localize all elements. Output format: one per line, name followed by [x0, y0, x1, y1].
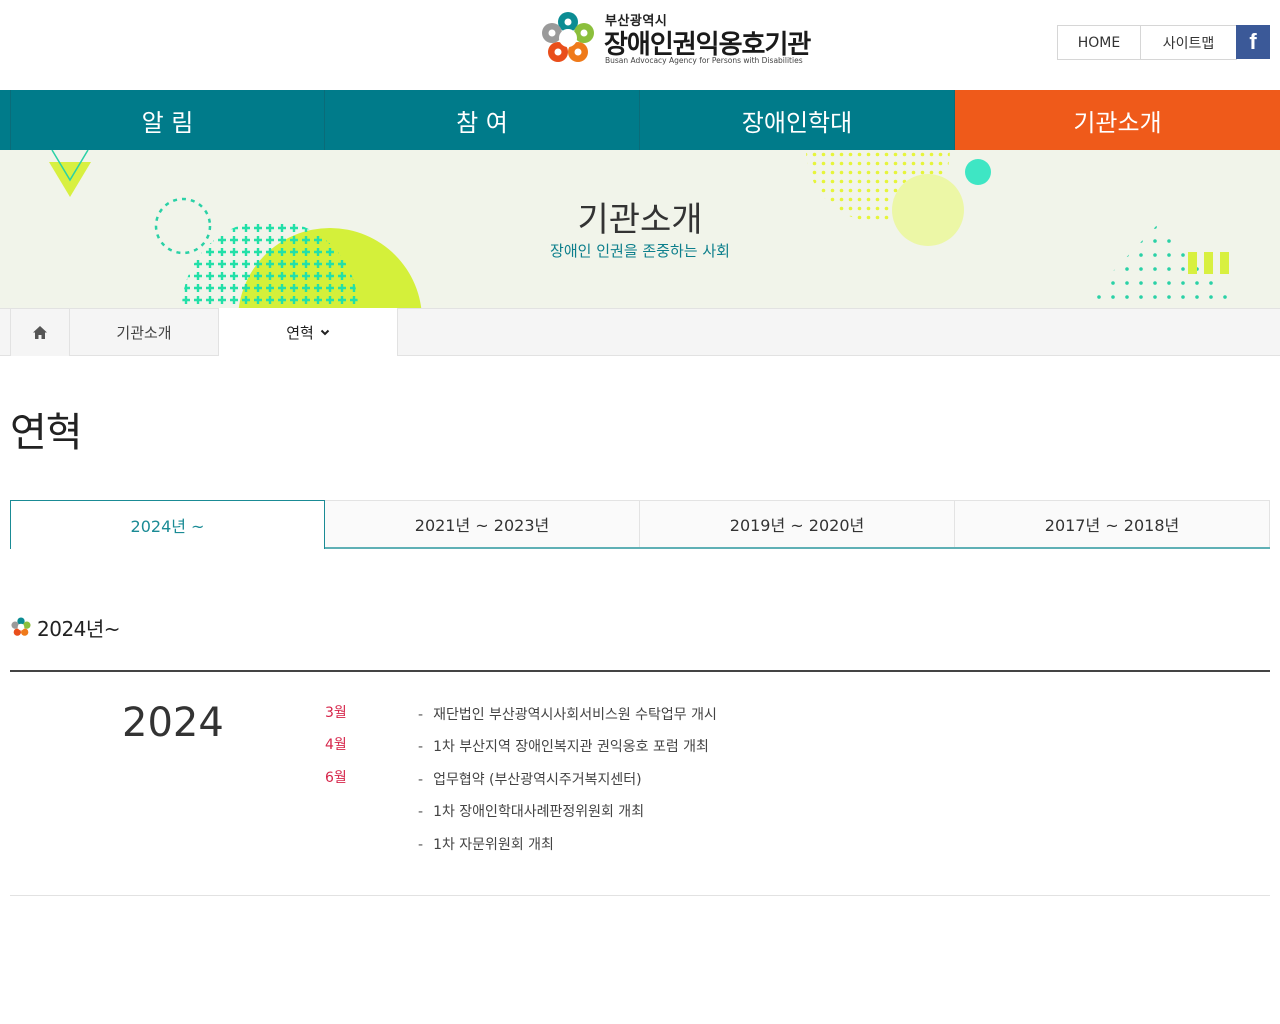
- timeline-event-text: 1차 부산지역 장애인복지관 권익옹호 포럼 개최: [433, 739, 709, 755]
- gnb-item-notice[interactable]: 알 림: [10, 90, 325, 150]
- home-link[interactable]: HOME: [1057, 25, 1141, 60]
- breadcrumb-home-button[interactable]: [10, 309, 70, 356]
- gnb-item-participation[interactable]: 참 여: [325, 90, 640, 150]
- site-header: 부산광역시 장애인권익옹호기관 Busan Advocacy Agency fo…: [0, 0, 1280, 90]
- utility-menu: HOME 사이트맵 f: [1057, 25, 1270, 60]
- banner-subtitle: 장애인 인권을 존중하는 사회: [550, 242, 730, 260]
- sitemap-link[interactable]: 사이트맵: [1141, 25, 1237, 60]
- sub-visual-banner: 기관소개 장애인 인권을 존중하는 사회: [0, 150, 1280, 308]
- logo-flower-icon: [542, 12, 594, 62]
- history-tabs: 2024년 ~ 2021년 ~ 2023년 2019년 ~ 2020년 2017…: [10, 500, 1270, 549]
- banner-title: 기관소개: [577, 200, 703, 240]
- logo-english-name: Busan Advocacy Agency for Persons with D…: [605, 56, 803, 65]
- timeline-event-text: 재단법인 부산광역시사회서비스원 수탁업무 개시: [433, 707, 717, 723]
- timeline-event-text: 1차 자문위원회 개최: [433, 837, 554, 853]
- timeline-month: 6월: [325, 770, 347, 786]
- timeline-event: -1차 부산지역 장애인복지관 권익옹호 포럼 개최: [418, 739, 709, 755]
- gnb-item-about[interactable]: 기관소개: [955, 90, 1280, 150]
- tab-2017-2018[interactable]: 2017년 ~ 2018년: [955, 500, 1270, 547]
- timeline-event-text: 업무협약 (부산광역시주거복지센터): [433, 772, 642, 788]
- page-title: 연혁: [10, 410, 83, 456]
- section-heading: 2024년~: [10, 614, 121, 641]
- history-timeline: 2024 3월 4월 6월 - 재단법인 부산광역시사회서비스원 수탁업무 개시 …: [10, 670, 1270, 896]
- timeline-event: -1차 자문위원회 개최: [418, 837, 554, 853]
- breadcrumb-level1[interactable]: 기관소개: [70, 309, 219, 356]
- logo-flower-icon: [11, 617, 31, 636]
- breadcrumb-level2-label: 연혁: [286, 323, 314, 342]
- home-icon: [33, 326, 47, 339]
- chevron-down-icon: [320, 329, 330, 335]
- breadcrumb: 기관소개 연혁: [0, 308, 1280, 356]
- tab-2024[interactable]: 2024년 ~: [10, 500, 325, 549]
- main-navigation: 알 림 참 여 장애인학대 기관소개: [0, 90, 1280, 150]
- section-heading-text: 2024년~: [37, 616, 121, 641]
- timeline-month: 3월: [325, 705, 347, 721]
- site-logo[interactable]: 부산광역시 장애인권익옹호기관 Busan Advocacy Agency fo…: [538, 8, 811, 70]
- tab-2021-2023[interactable]: 2021년 ~ 2023년: [325, 500, 640, 547]
- gnb-item-abuse[interactable]: 장애인학대: [640, 90, 955, 150]
- timeline-event: -1차 장애인학대사례판정위원회 개최: [418, 804, 645, 820]
- timeline-event-text: 1차 장애인학대사례판정위원회 개최: [433, 804, 645, 820]
- breadcrumb-level2-dropdown[interactable]: 연혁: [219, 308, 398, 356]
- tab-2019-2020[interactable]: 2019년 ~ 2020년: [640, 500, 955, 547]
- timeline-event: - 재단법인 부산광역시사회서비스원 수탁업무 개시: [418, 707, 717, 723]
- timeline-month: 4월: [325, 737, 347, 753]
- facebook-icon[interactable]: f: [1236, 25, 1270, 59]
- timeline-event: - 업무협약 (부산광역시주거복지센터): [418, 772, 642, 788]
- timeline-year: 2024: [122, 700, 224, 746]
